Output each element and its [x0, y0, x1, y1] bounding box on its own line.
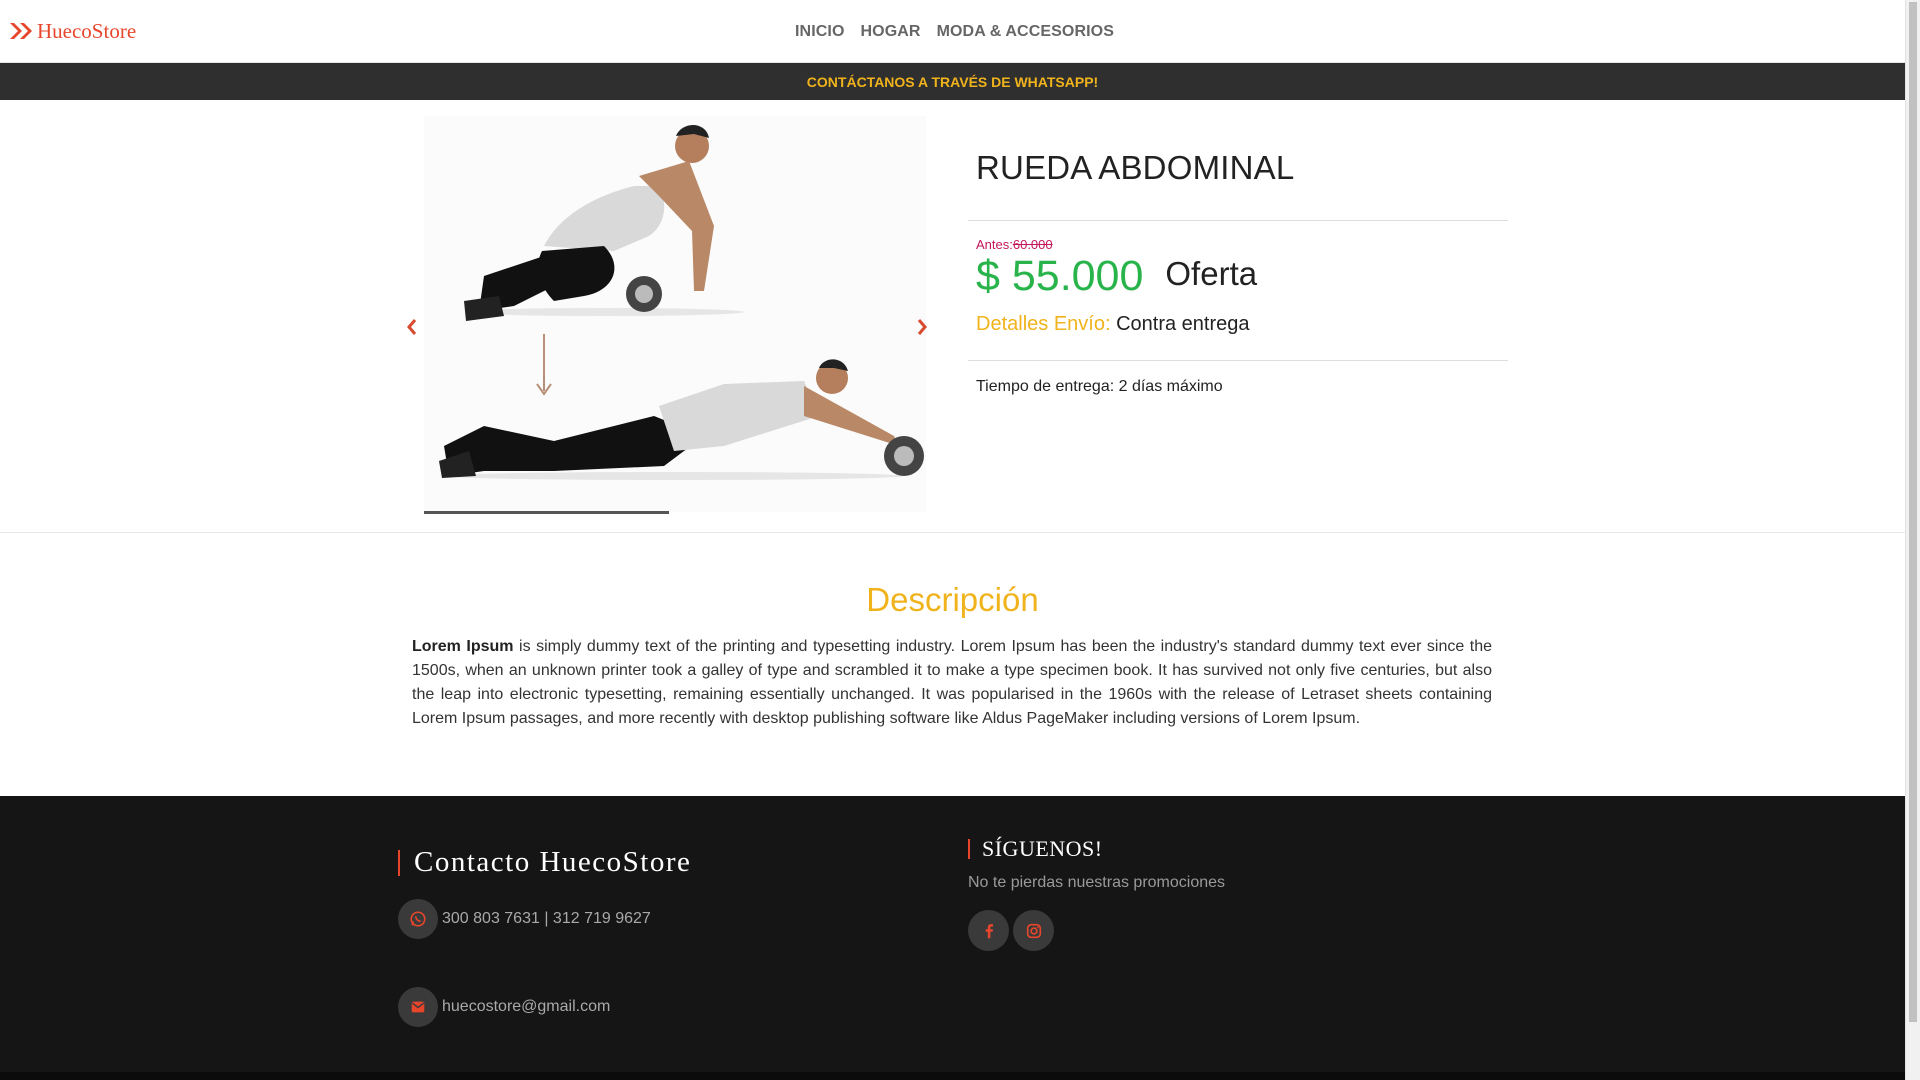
- page: HuecoStore INICIO HOGAR MODA & ACCESORIO…: [0, 0, 1905, 1080]
- chevron-right-icon: [917, 319, 927, 335]
- carousel-next-button[interactable]: [912, 317, 932, 337]
- facebook-icon[interactable]: [968, 910, 1009, 951]
- footer-bottom-strip: [0, 1072, 1905, 1080]
- footer-contact-column: Contacto HuecoStore 300 803 7631 | 312 7…: [398, 846, 691, 1027]
- footer-contact-title: Contacto HuecoStore: [398, 846, 691, 879]
- description-section: Descripción Lorem Ipsum is simply dummy …: [0, 533, 1905, 794]
- email-row[interactable]: huecostore@gmail.com: [398, 987, 691, 1027]
- vertical-scrollbar[interactable]: [1905, 0, 1920, 1080]
- description-lead: Lorem Ipsum: [412, 638, 514, 655]
- before-price-line: Antes:60.000: [976, 237, 1508, 252]
- footer: Contacto HuecoStore 300 803 7631 | 312 7…: [0, 796, 1905, 1080]
- price-row: $ 55.000 Oferta: [976, 252, 1508, 301]
- nav-item-hogar[interactable]: HOGAR: [861, 23, 921, 41]
- before-price-value: 60.000: [1012, 237, 1053, 252]
- nav-item-moda-accesorios[interactable]: MODA & ACCESORIOS: [937, 23, 1114, 41]
- carousel-prev-button[interactable]: [402, 317, 422, 337]
- product-image: [424, 116, 926, 512]
- product-title: RUEDA ABDOMINAL: [968, 116, 1508, 221]
- top-navbar: HuecoStore INICIO HOGAR MODA & ACCESORIO…: [0, 0, 1905, 63]
- nav-item-inicio[interactable]: INICIO: [795, 23, 845, 41]
- ab-wheel-exercise-illustration: [424, 116, 926, 512]
- product-info: RUEDA ABDOMINAL Antes:60.000 $ 55.000 Of…: [968, 116, 1508, 396]
- promo-text[interactable]: CONTÁCTANOS A TRAVÉS DE WHATSAPP!: [807, 74, 1098, 90]
- description-text: Lorem Ipsum is simply dummy text of the …: [412, 635, 1492, 731]
- envelope-icon[interactable]: [398, 987, 438, 1027]
- chevron-left-icon: [407, 319, 417, 335]
- carousel-indicator[interactable]: [424, 511, 669, 514]
- divider: [968, 360, 1508, 361]
- follow-title-text: SÍGUENOS!: [982, 836, 1103, 861]
- email-address[interactable]: huecostore@gmail.com: [442, 998, 610, 1016]
- shipping-details: Detalles Envío: Contra entrega: [976, 313, 1508, 336]
- product-section: RUEDA ABDOMINAL Antes:60.000 $ 55.000 Of…: [0, 100, 1905, 533]
- description-heading: Descripción: [866, 581, 1039, 618]
- phone-row[interactable]: 300 803 7631 | 312 719 9627: [398, 899, 691, 939]
- product-image-carousel[interactable]: [424, 116, 926, 514]
- description-body: is simply dummy text of the printing and…: [412, 638, 1492, 727]
- title-accent-bar: [968, 839, 970, 859]
- scrollbar-thumb[interactable]: [1909, 2, 1917, 1022]
- product-price: $ 55.000: [976, 252, 1144, 300]
- instagram-icon[interactable]: [1013, 910, 1054, 951]
- footer-follow-column: SÍGUENOS! No te pierdas nuestras promoci…: [968, 836, 1225, 951]
- double-chevron-right-icon: [10, 23, 32, 39]
- main-nav: INICIO HOGAR MODA & ACCESORIOS: [795, 0, 1114, 63]
- contact-title-text: Contacto HuecoStore: [414, 846, 692, 878]
- social-links: [968, 910, 1225, 951]
- brand-name: HuecoStore: [37, 18, 137, 43]
- brand-logo-link[interactable]: HuecoStore: [9, 19, 136, 44]
- whatsapp-icon[interactable]: [398, 899, 438, 939]
- follow-subtitle: No te pierdas nuestras promociones: [968, 874, 1226, 891]
- shipping-value: Contra entrega: [1116, 313, 1250, 335]
- footer-follow-title: SÍGUENOS!: [968, 836, 1225, 862]
- phone-numbers[interactable]: 300 803 7631 | 312 719 9627: [442, 910, 651, 928]
- shipping-label: Detalles Envío:: [976, 313, 1111, 335]
- offer-label: Oferta: [1165, 255, 1258, 292]
- before-price-label: Antes:: [976, 237, 1013, 252]
- title-accent-bar: [398, 849, 400, 876]
- whatsapp-promo-bar[interactable]: CONTÁCTANOS A TRAVÉS DE WHATSAPP!: [0, 63, 1905, 100]
- delivery-time: Tiempo de entrega: 2 días máximo: [976, 378, 1223, 395]
